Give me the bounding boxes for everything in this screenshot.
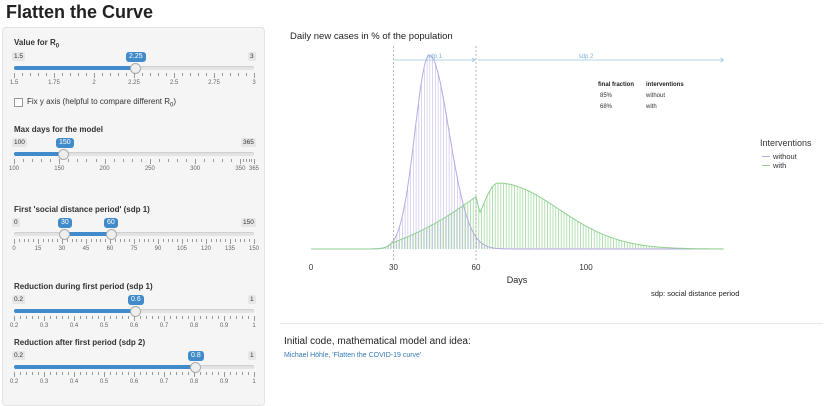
x-tick-label: 100 bbox=[579, 263, 593, 272]
legend-item-without[interactable]: without bbox=[762, 152, 797, 161]
chart-caption: sdp: social distance period bbox=[651, 289, 739, 298]
source-link[interactable]: Michael Höhle, 'Flatten the COVID-19 cur… bbox=[284, 352, 421, 359]
legend-label-without: without bbox=[773, 152, 797, 161]
legend-swatch-with bbox=[762, 165, 770, 166]
legend-label-with: with bbox=[773, 161, 787, 170]
table-cell-fraction: 85% bbox=[600, 93, 613, 99]
sdp1-label: sdp 1 bbox=[427, 54, 442, 60]
section-heading: Initial code, mathematical model and ide… bbox=[284, 336, 471, 347]
sdp2-label: sdp 2 bbox=[579, 54, 594, 60]
table-cell-fraction: 68% bbox=[600, 104, 613, 110]
section-divider bbox=[280, 323, 823, 324]
x-tick-label: 60 bbox=[472, 263, 481, 272]
table-header-interventions: interventions bbox=[646, 82, 684, 88]
x-axis-label: Days bbox=[507, 275, 528, 285]
x-tick-label: 30 bbox=[389, 263, 398, 272]
legend-title: Interventions bbox=[760, 138, 812, 148]
table-cell-intervention: without bbox=[645, 93, 665, 99]
table-header-final-fraction: final fraction bbox=[598, 82, 634, 88]
table-cell-intervention: with bbox=[645, 104, 657, 110]
x-tick-label: 0 bbox=[309, 263, 314, 272]
legend-swatch-without bbox=[762, 156, 770, 157]
legend-item-with[interactable]: with bbox=[762, 161, 786, 170]
